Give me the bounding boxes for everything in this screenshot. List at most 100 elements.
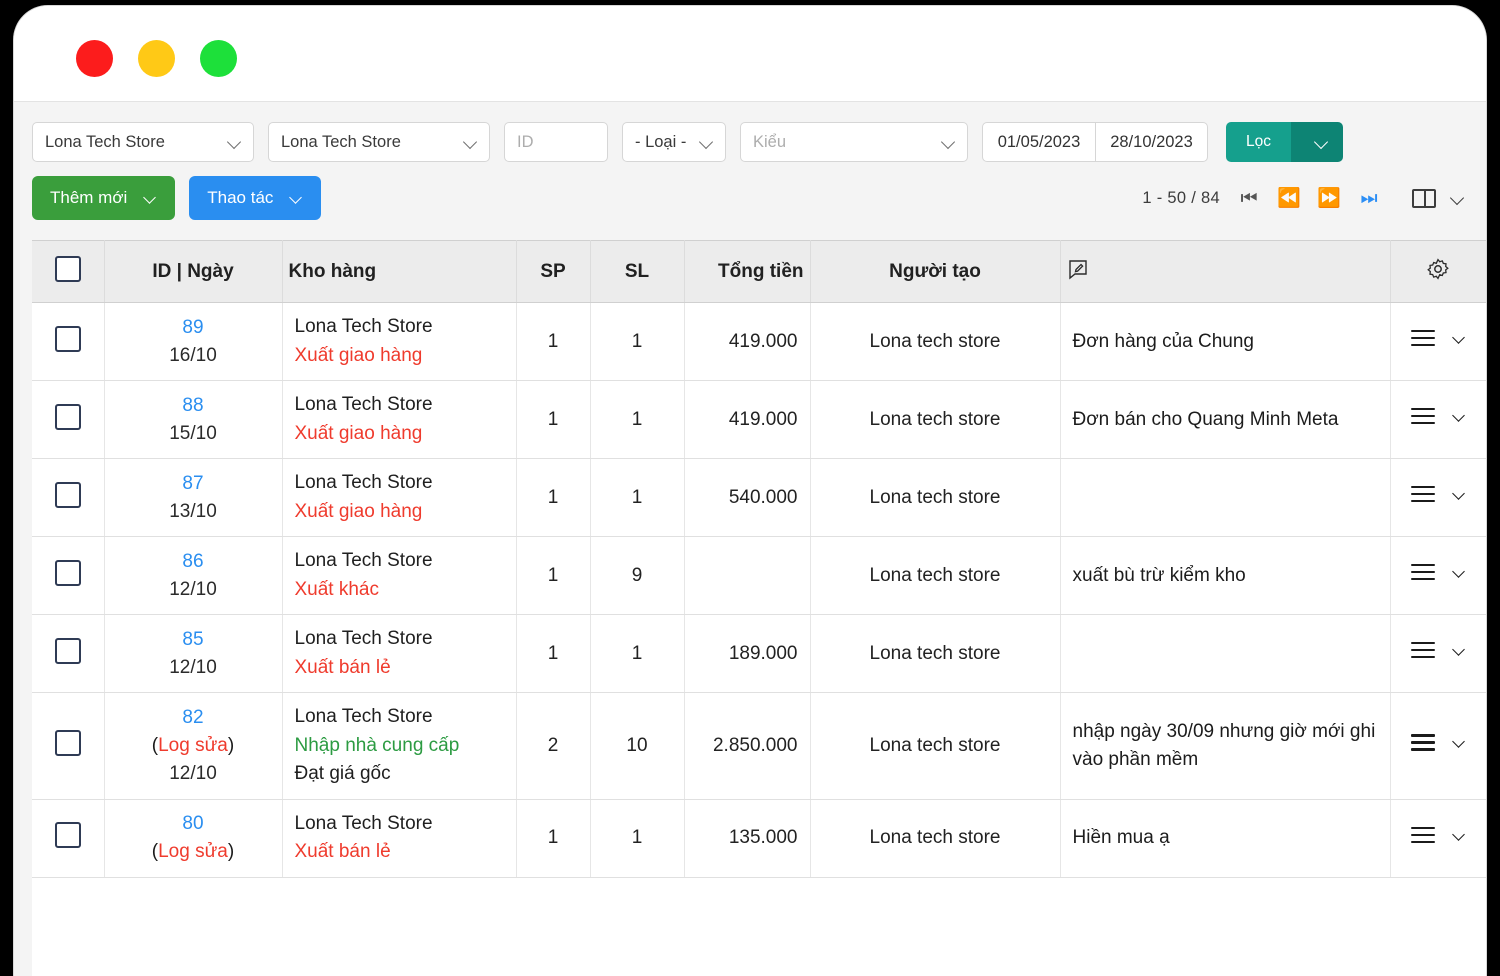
row-id[interactable]: 89 [117, 314, 270, 342]
store-select-secondary-value: Lona Tech Store [281, 133, 456, 152]
row-id[interactable]: 88 [117, 392, 270, 420]
column-settings-toggle[interactable] [1412, 189, 1464, 208]
row-note-cell[interactable]: nhập ngày 30/09 nhưng giờ mới ghi vào ph… [1060, 693, 1390, 800]
row-checkbox[interactable] [55, 638, 81, 664]
add-new-label: Thêm mới [50, 188, 127, 208]
bulk-action-label: Thao tác [207, 188, 273, 208]
date-to-input[interactable]: 28/10/2023 [1095, 123, 1207, 161]
type-select[interactable]: - Loại - [622, 122, 726, 162]
row-id[interactable]: 82 [117, 704, 270, 732]
row-id[interactable]: 80 [117, 810, 270, 838]
select-all-checkbox[interactable] [55, 256, 81, 282]
window-titlebar [14, 6, 1486, 102]
row-menu-button[interactable] [1411, 734, 1466, 751]
chevron-down-icon [1451, 192, 1464, 205]
table-row[interactable]: 8713/10Lona Tech StoreXuất giao hàng1154… [32, 459, 1486, 537]
chevron-down-icon [942, 136, 955, 149]
row-id[interactable]: 87 [117, 470, 270, 498]
table-row[interactable]: 80(Log sửa)Lona Tech StoreXuất bán lẻ111… [32, 799, 1486, 877]
last-page-icon[interactable]: ⏭ [1358, 189, 1380, 208]
row-checkbox[interactable] [55, 822, 81, 848]
row-note-cell[interactable] [1060, 459, 1390, 537]
table-row[interactable]: 8512/10Lona Tech StoreXuất bán lẻ11189.0… [32, 615, 1486, 693]
add-new-button[interactable]: Thêm mới [32, 176, 175, 220]
row-id[interactable]: 86 [117, 548, 270, 576]
row-id-cell: 80(Log sửa) [104, 799, 282, 877]
row-note-text: nhập ngày 30/09 nhưng giờ mới ghi vào ph… [1073, 718, 1378, 773]
column-header-sl[interactable]: SL [590, 241, 684, 303]
chevron-down-icon [144, 192, 157, 205]
close-window-button[interactable] [76, 40, 113, 77]
row-total-cell: 189.000 [684, 615, 810, 693]
store-select-secondary[interactable]: Lona Tech Store [268, 122, 490, 162]
column-header-total[interactable]: Tổng tiền [684, 241, 810, 303]
row-sp-cell: 1 [516, 615, 590, 693]
table-row[interactable]: 8916/10Lona Tech StoreXuất giao hàng1141… [32, 303, 1486, 381]
row-menu-button[interactable] [1411, 642, 1466, 659]
row-menu-button[interactable] [1411, 330, 1466, 347]
row-select-cell [32, 799, 104, 877]
row-sl-cell: 1 [590, 799, 684, 877]
date-from-input[interactable]: 01/05/2023 [983, 123, 1095, 161]
row-checkbox[interactable] [55, 326, 81, 352]
table-row[interactable]: 8612/10Lona Tech StoreXuất khác19Lona te… [32, 537, 1486, 615]
table-row[interactable]: 8815/10Lona Tech StoreXuất giao hàng1141… [32, 381, 1486, 459]
row-checkbox[interactable] [55, 482, 81, 508]
row-checkbox[interactable] [55, 560, 81, 586]
id-search-input[interactable]: ID [504, 122, 608, 162]
column-header-settings[interactable] [1390, 241, 1486, 303]
row-sp-cell: 1 [516, 799, 590, 877]
row-menu-button[interactable] [1411, 486, 1466, 503]
row-menu-button[interactable] [1411, 564, 1466, 581]
row-id[interactable]: 85 [117, 626, 270, 654]
table-row[interactable]: 82(Log sửa)12/10Lona Tech StoreNhập nhà … [32, 693, 1486, 800]
maximize-window-button[interactable] [200, 40, 237, 77]
row-total-cell: 540.000 [684, 459, 810, 537]
columns-layout-icon [1412, 189, 1436, 208]
row-note-cell[interactable]: Đơn hàng của Chung [1060, 303, 1390, 381]
kind-select[interactable]: Kiểu [740, 122, 968, 162]
chevron-down-icon [1315, 136, 1328, 149]
row-checkbox[interactable] [55, 404, 81, 430]
row-warehouse-name: Lona Tech Store [295, 625, 504, 654]
row-warehouse-name: Lona Tech Store [295, 547, 504, 576]
data-table-container: ID | Ngày Kho hàng SP SL Tổng tiền Người… [32, 240, 1486, 976]
prev-page-icon[interactable]: ⏪ [1278, 189, 1300, 208]
bulk-action-button[interactable]: Thao tác [189, 176, 321, 220]
row-warehouse-name: Lona Tech Store [295, 703, 504, 732]
row-note-cell[interactable]: Hiền mua ạ [1060, 799, 1390, 877]
row-warehouse-cell: Lona Tech StoreXuất giao hàng [282, 303, 516, 381]
row-menu-button[interactable] [1411, 408, 1466, 425]
column-header-sp[interactable]: SP [516, 241, 590, 303]
row-note-text: xuất bù trừ kiểm kho [1073, 562, 1378, 590]
row-note-cell[interactable]: xuất bù trừ kiểm kho [1060, 537, 1390, 615]
row-sl-cell: 1 [590, 303, 684, 381]
chevron-down-icon [228, 136, 241, 149]
row-note-cell[interactable]: Đơn bán cho Quang Minh Meta [1060, 381, 1390, 459]
apply-filter-button[interactable]: Lọc [1226, 122, 1291, 162]
filter-options-button[interactable] [1291, 122, 1343, 162]
row-warehouse-cell: Lona Tech StoreXuất giao hàng [282, 459, 516, 537]
row-menu-button[interactable] [1411, 827, 1466, 844]
column-header-warehouse[interactable]: Kho hàng [282, 241, 516, 303]
row-sl-cell: 1 [590, 381, 684, 459]
row-select-cell [32, 537, 104, 615]
next-page-icon[interactable]: ⏩ [1318, 189, 1340, 208]
row-warehouse-cell: Lona Tech StoreXuất bán lẻ [282, 799, 516, 877]
column-header-id-date[interactable]: ID | Ngày [104, 241, 282, 303]
date-range-group: 01/05/2023 28/10/2023 [982, 122, 1208, 162]
store-select-primary[interactable]: Lona Tech Store [32, 122, 254, 162]
column-header-creator[interactable]: Người tạo [810, 241, 1060, 303]
column-header-note[interactable] [1060, 241, 1390, 303]
row-creator-cell: Lona tech store [810, 537, 1060, 615]
filter-button-group: Lọc [1226, 122, 1343, 162]
row-checkbox[interactable] [55, 730, 81, 756]
first-page-icon[interactable]: ⏮ [1238, 189, 1260, 208]
app-content: Lona Tech Store Lona Tech Store ID - Loạ… [14, 102, 1486, 976]
chevron-down-icon [1453, 736, 1466, 749]
row-note-cell[interactable] [1060, 615, 1390, 693]
row-actions-cell [1390, 303, 1486, 381]
row-total-cell: 2.850.000 [684, 693, 810, 800]
row-creator-cell: Lona tech store [810, 799, 1060, 877]
minimize-window-button[interactable] [138, 40, 175, 77]
